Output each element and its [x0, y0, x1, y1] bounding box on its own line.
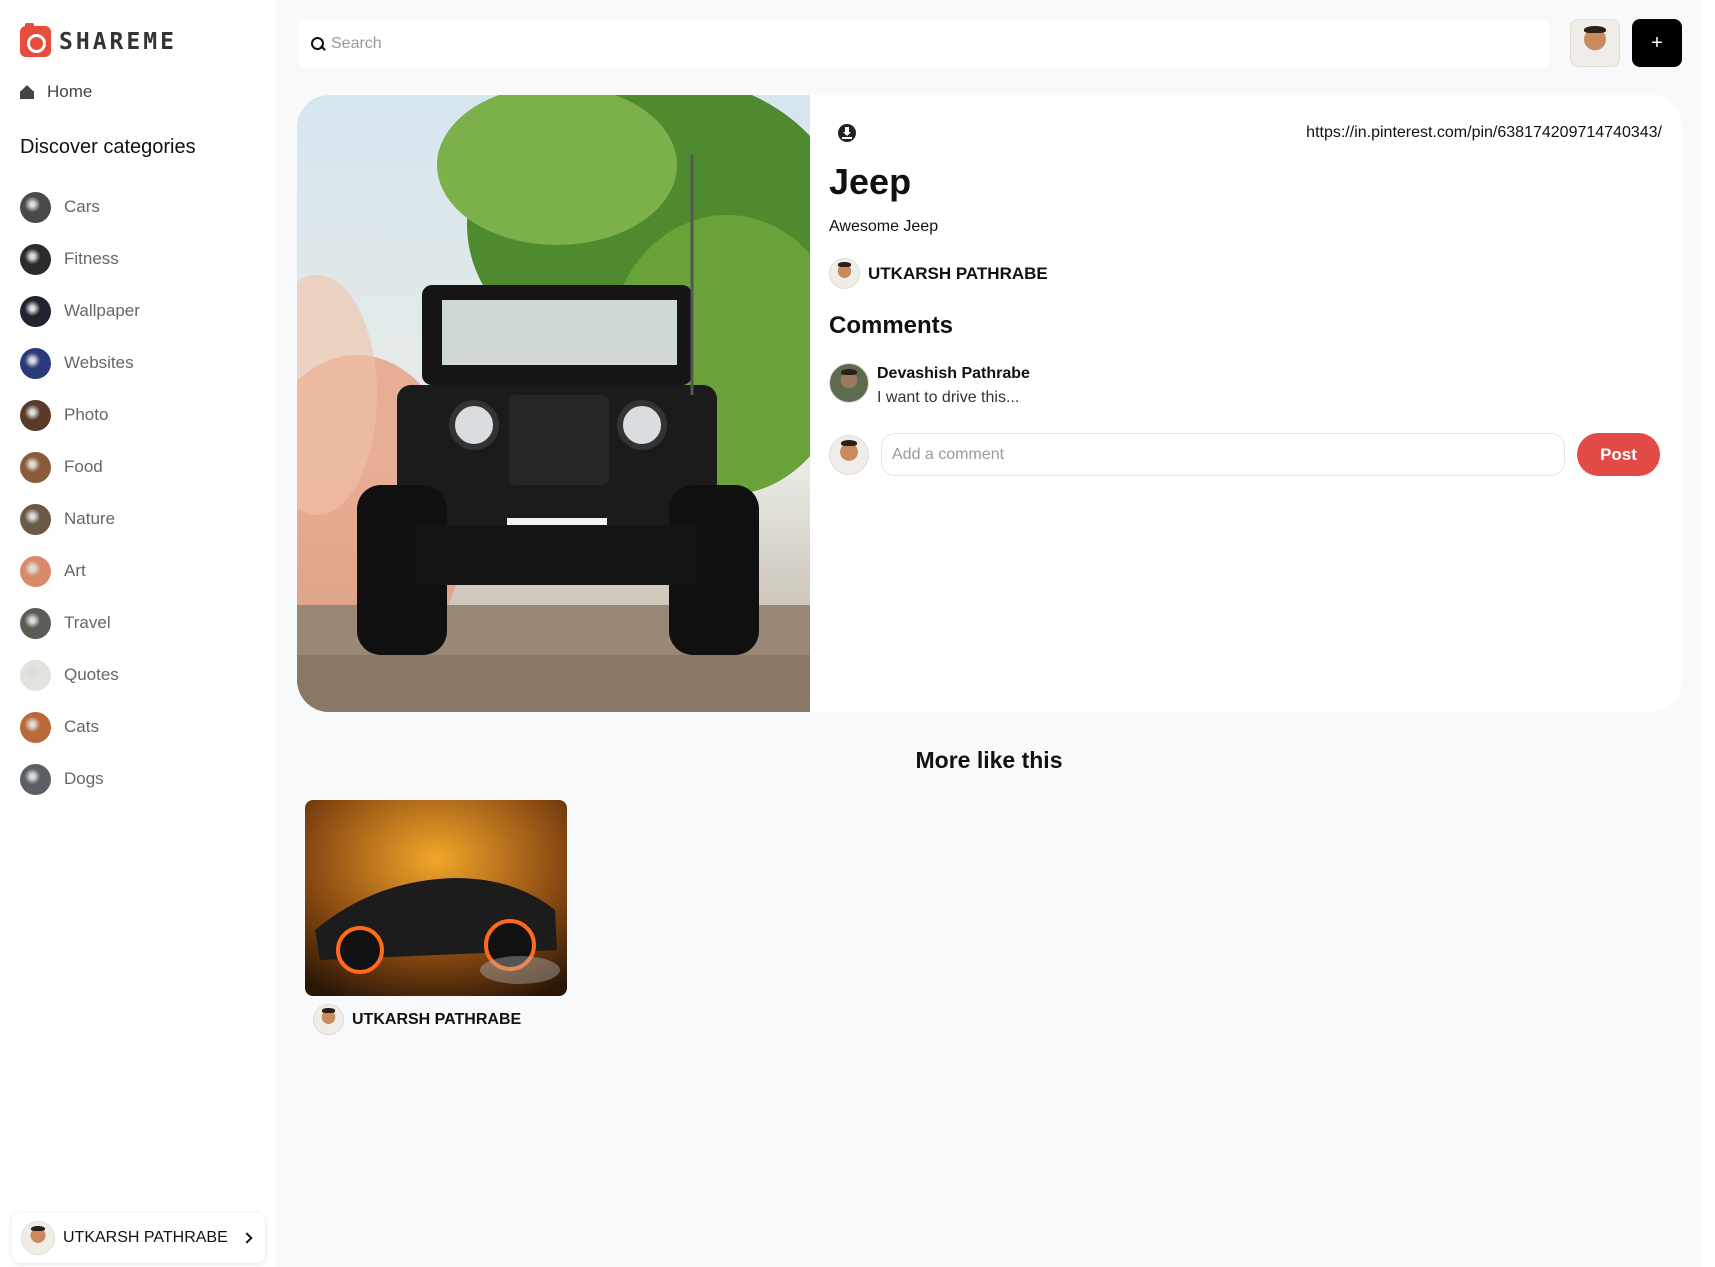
sidebar-item-label: Fitness — [64, 249, 119, 268]
related-pin-card[interactable] — [305, 800, 567, 996]
sidebar-item-label: Nature — [64, 509, 116, 528]
home-icon — [20, 85, 34, 99]
create-pin-button[interactable]: + — [1632, 19, 1682, 67]
commenter-avatar — [829, 363, 869, 403]
author-avatar — [313, 1004, 344, 1035]
pin-detail-card: https://in.pinterest.com/pin/63817420971… — [297, 95, 1682, 712]
related-pin-image — [305, 800, 567, 996]
category-thumbnail — [20, 659, 51, 691]
user-avatar — [21, 1221, 55, 1255]
category-thumbnail — [20, 399, 51, 431]
sidebar-item-quotes[interactable]: Quotes — [20, 649, 140, 701]
post-comment-button[interactable]: Post — [1577, 433, 1660, 476]
pin-author[interactable]: UTKARSH PATHRABE — [829, 258, 1048, 289]
comments-heading: Comments — [829, 312, 954, 339]
discover-categories-heading: Discover categories — [20, 136, 196, 158]
sidebar-item-label: Art — [64, 561, 86, 580]
sidebar-item-cars[interactable]: Cars — [20, 181, 140, 233]
sidebar-item-food[interactable]: Food — [20, 441, 140, 493]
sidebar-item-label: Travel — [64, 613, 111, 632]
category-thumbnail — [20, 607, 51, 639]
sidebar-item-fitness[interactable]: Fitness — [20, 233, 140, 285]
category-thumbnail — [20, 295, 51, 327]
download-icon[interactable] — [838, 124, 856, 142]
sidebar-item-label: Quotes — [64, 665, 119, 684]
category-thumbnail — [20, 347, 51, 379]
sidebar-item-label: Wallpaper — [64, 301, 140, 320]
sidebar-item-home[interactable]: Home — [20, 82, 92, 102]
category-thumbnail — [20, 191, 51, 223]
author-name: UTKARSH PATHRABE — [868, 263, 1048, 283]
scrollbar[interactable] — [1702, 0, 1715, 1267]
author-avatar — [829, 258, 860, 289]
profile-avatar-button[interactable] — [1570, 19, 1620, 67]
camera-logo-icon — [20, 23, 51, 57]
category-thumbnail — [20, 555, 51, 587]
author-name: UTKARSH PATHRABE — [352, 1010, 522, 1028]
app-logo[interactable]: SHAREME — [20, 23, 177, 57]
current-user-avatar — [829, 434, 869, 475]
sidebar-item-websites[interactable]: Websites — [20, 337, 140, 389]
sidebar-item-label: Cars — [64, 197, 100, 216]
category-thumbnail — [20, 243, 51, 275]
sidebar-item-label: Home — [47, 82, 93, 101]
category-thumbnail — [20, 503, 51, 535]
related-pin-author[interactable]: UTKARSH PATHRABE — [313, 1004, 521, 1035]
sidebar-item-photo[interactable]: Photo — [20, 389, 140, 441]
category-list: Cars Fitness Wallpaper Websites Photo Food Nat… — [20, 181, 140, 805]
sidebar-item-art[interactable]: Art — [20, 545, 140, 597]
comment-text: I want to drive this... — [877, 389, 1020, 406]
user-name: UTKARSH PATHRABE — [63, 1229, 228, 1246]
search-icon — [311, 36, 325, 51]
commenter-name: Devashish Pathrabe — [877, 365, 1030, 382]
sidebar: SHAREME Home Discover categories Cars Fit… — [0, 0, 276, 1267]
chevron-right-icon — [241, 1232, 253, 1244]
sidebar-item-label: Websites — [64, 353, 134, 372]
add-comment-row: Post — [829, 433, 1660, 476]
pin-source-link[interactable]: https://in.pinterest.com/pin/63817420971… — [1306, 124, 1662, 142]
search-bar — [297, 20, 1549, 67]
logo-text: SHAREME — [59, 28, 177, 55]
sidebar-item-label: Cats — [64, 717, 99, 736]
pin-image — [297, 95, 810, 712]
category-thumbnail — [20, 451, 51, 483]
jeep-photo — [297, 95, 810, 712]
sidebar-item-travel[interactable]: Travel — [20, 597, 140, 649]
pin-title: Jeep — [829, 161, 912, 202]
category-thumbnail — [20, 711, 51, 743]
sidebar-item-nature[interactable]: Nature — [20, 493, 140, 545]
comment-input[interactable] — [881, 433, 1565, 476]
more-like-this-heading: More like this — [915, 747, 1063, 773]
sidebar-item-label: Photo — [64, 405, 109, 424]
comment-item: Devashish Pathrabe I want to drive this.… — [829, 363, 1030, 407]
pin-description: Awesome Jeep — [829, 218, 939, 235]
sidebar-item-label: Food — [64, 457, 103, 476]
sidebar-item-wallpaper[interactable]: Wallpaper — [20, 285, 140, 337]
search-input[interactable] — [331, 34, 1531, 53]
sidebar-item-cats[interactable]: Cats — [20, 701, 140, 753]
user-profile-link[interactable]: UTKARSH PATHRABE — [12, 1213, 265, 1263]
